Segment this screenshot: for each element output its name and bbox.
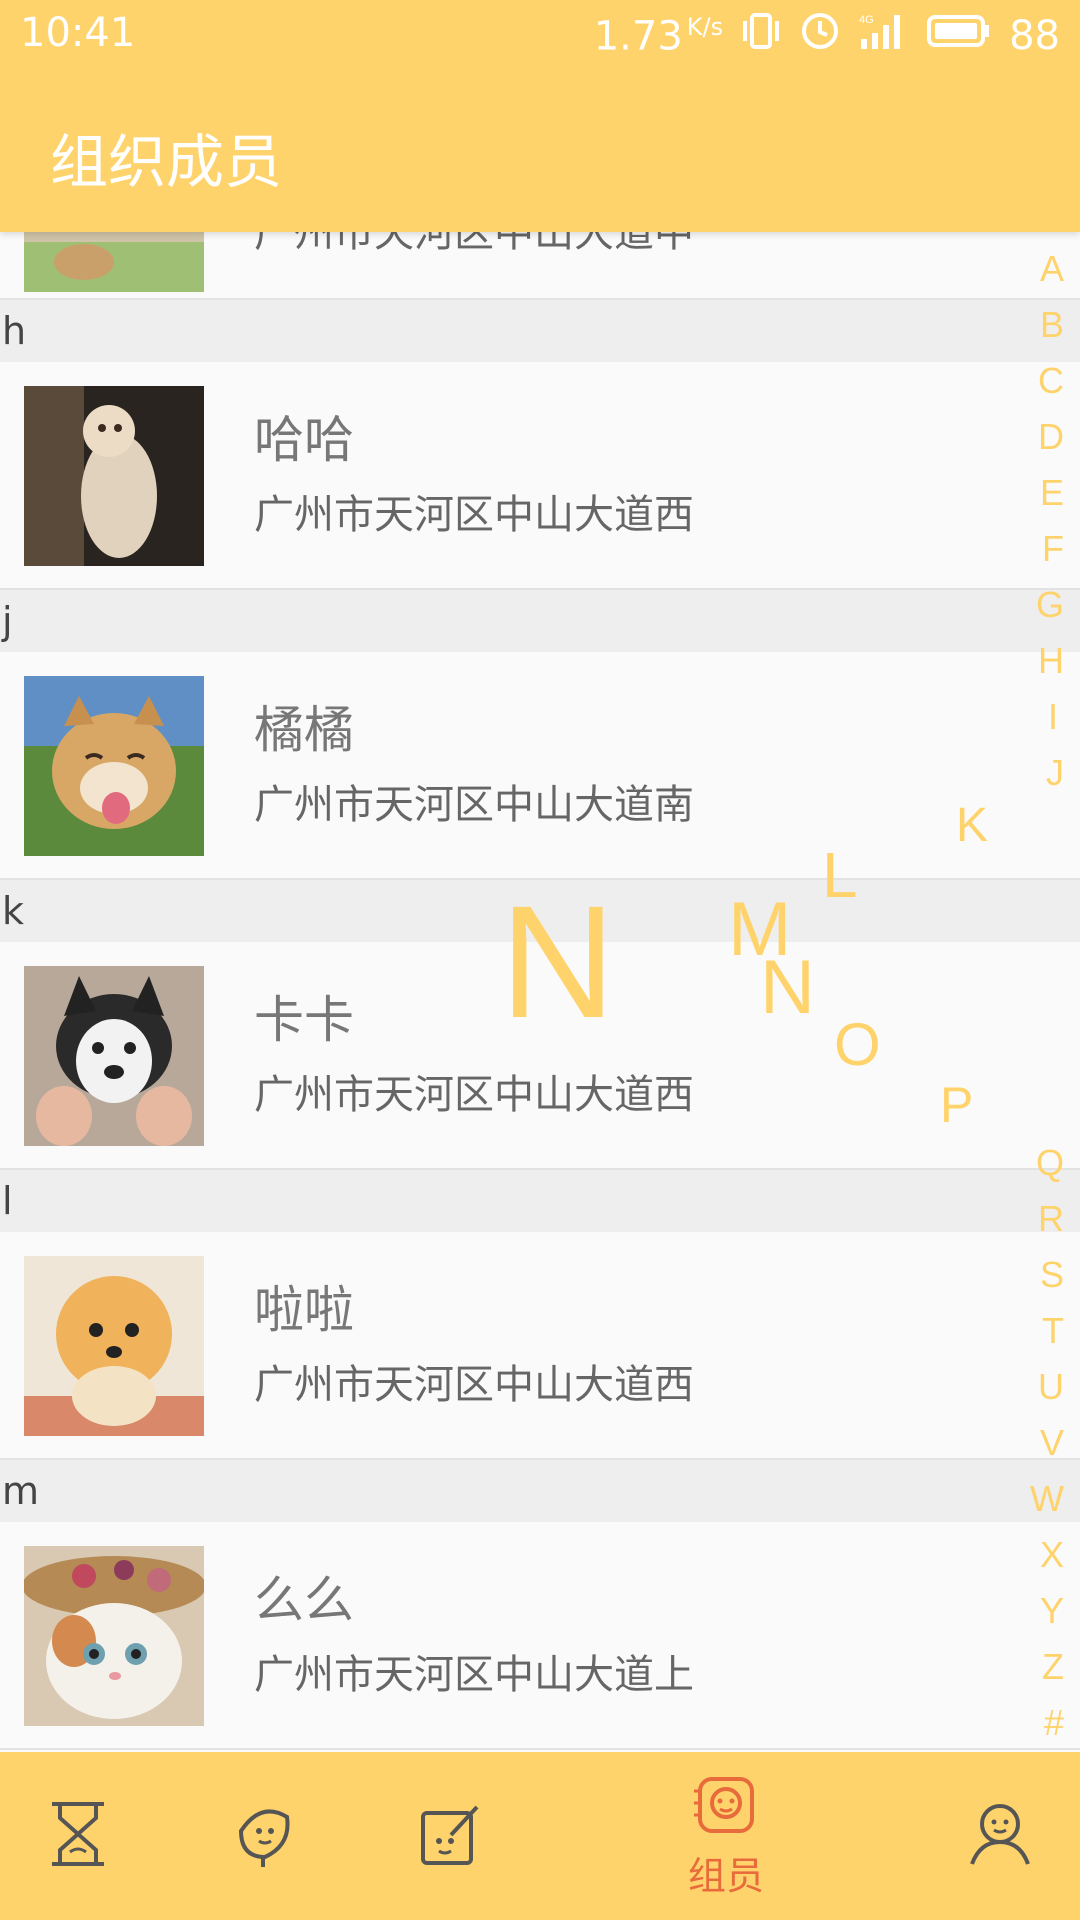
index-letter-hash[interactable]: # — [1044, 1702, 1064, 1744]
member-name: 橘橘 — [254, 701, 354, 759]
tab-edit[interactable] — [390, 1752, 510, 1920]
index-letter-i[interactable]: I — [1048, 696, 1058, 738]
section-header: h — [0, 300, 1080, 362]
member-address: 广州市天河区中山大道西 — [254, 492, 694, 538]
index-letter-g[interactable]: G — [1036, 584, 1064, 626]
leaf-icon — [231, 1801, 297, 1871]
index-letter-e[interactable]: E — [1040, 472, 1064, 514]
index-letter-o[interactable]: O — [834, 1010, 881, 1079]
avatar — [24, 232, 204, 292]
status-bar: 10:41 1.73 K/s 4G 88 — [0, 0, 1080, 70]
member-address: 广州市天河区中山大道南 — [254, 782, 694, 828]
member-address: 广州市天河区中山大道中 — [254, 232, 694, 256]
index-letter-u[interactable]: U — [1038, 1366, 1064, 1408]
list-item[interactable]: 啦啦 广州市天河区中山大道西 — [0, 1232, 1080, 1460]
network-type: 4G — [859, 14, 874, 26]
member-address: 广州市天河区中山大道上 — [254, 1652, 694, 1698]
member-name: 卡卡 — [254, 991, 354, 1049]
index-letter-l[interactable]: L — [822, 838, 858, 912]
alarm-icon — [799, 10, 841, 62]
index-letter-j[interactable]: J — [1046, 752, 1064, 794]
index-letter-h[interactable]: H — [1038, 640, 1064, 682]
index-letter-a[interactable]: A — [1040, 248, 1064, 290]
section-header: m — [0, 1460, 1080, 1522]
index-letter-f[interactable]: F — [1042, 528, 1064, 570]
tab-members-label: 组员 — [687, 1853, 764, 1898]
hourglass-icon — [46, 1800, 110, 1872]
index-letter-t[interactable]: T — [1042, 1310, 1064, 1352]
battery-level: 88 — [1009, 13, 1060, 59]
edit-icon — [417, 1801, 483, 1871]
bottom-nav: 组员 — [0, 1752, 1080, 1920]
battery-icon — [927, 13, 991, 59]
index-letter-y[interactable]: Y — [1040, 1590, 1064, 1632]
tab-profile[interactable] — [940, 1752, 1060, 1920]
index-letter-q[interactable]: Q — [1036, 1142, 1064, 1184]
alphabet-index[interactable]: A B C D E F G H I J Q R S T U V W X Y Z … — [1020, 232, 1080, 1752]
member-name: 啦啦 — [254, 1281, 354, 1339]
profile-icon — [968, 1802, 1032, 1870]
list-item[interactable]: 橘橘 广州市天河区中山大道南 — [0, 652, 1080, 880]
avatar — [24, 1546, 204, 1726]
avatar — [24, 1256, 204, 1436]
list-item[interactable]: 哈哈 广州市天河区中山大道西 — [0, 362, 1080, 590]
index-letter-p[interactable]: P — [940, 1076, 973, 1134]
index-letter-b[interactable]: B — [1040, 304, 1064, 346]
section-header: l — [0, 1170, 1080, 1232]
member-address: 广州市天河区中山大道西 — [254, 1362, 694, 1408]
list-item[interactable]: 么么 广州市天河区中山大道上 — [0, 1522, 1080, 1750]
member-name: 哈哈 — [254, 411, 354, 469]
signal-icon: 4G — [859, 11, 909, 61]
index-letter-r[interactable]: R — [1038, 1198, 1064, 1240]
avatar — [24, 386, 204, 566]
app-bar: 10:41 1.73 K/s 4G 88 组织成员 — [0, 0, 1080, 232]
members-icon — [694, 1773, 758, 1841]
index-letter-z[interactable]: Z — [1042, 1646, 1064, 1688]
network-speed: 1.73 K/s — [593, 12, 724, 60]
selected-index-letter: N — [500, 872, 616, 1051]
avatar — [24, 966, 204, 1146]
list-item[interactable]: 广州市天河区中山大道中 — [0, 232, 1080, 300]
member-address: 广州市天河区中山大道西 — [254, 1072, 694, 1118]
tab-leaf[interactable] — [204, 1752, 324, 1920]
status-time: 10:41 — [20, 10, 136, 56]
avatar — [24, 676, 204, 856]
member-name: 么么 — [254, 1571, 354, 1629]
index-letter-k[interactable]: K — [956, 798, 988, 853]
index-letter-d[interactable]: D — [1038, 416, 1064, 458]
index-letter-s[interactable]: S — [1040, 1254, 1064, 1296]
tab-members[interactable]: 组员 — [666, 1752, 786, 1920]
index-letter-c[interactable]: C — [1038, 360, 1064, 402]
page-title: 组织成员 — [50, 128, 283, 196]
index-letter-n[interactable]: N — [760, 944, 815, 1031]
index-letter-v[interactable]: V — [1040, 1422, 1064, 1464]
section-header: j — [0, 590, 1080, 652]
status-right: 1.73 K/s 4G 88 — [594, 10, 1060, 62]
vibrate-icon — [741, 11, 781, 61]
index-letter-w[interactable]: W — [1030, 1478, 1064, 1520]
tab-hourglass[interactable] — [18, 1752, 138, 1920]
index-letter-x[interactable]: X — [1040, 1534, 1064, 1576]
